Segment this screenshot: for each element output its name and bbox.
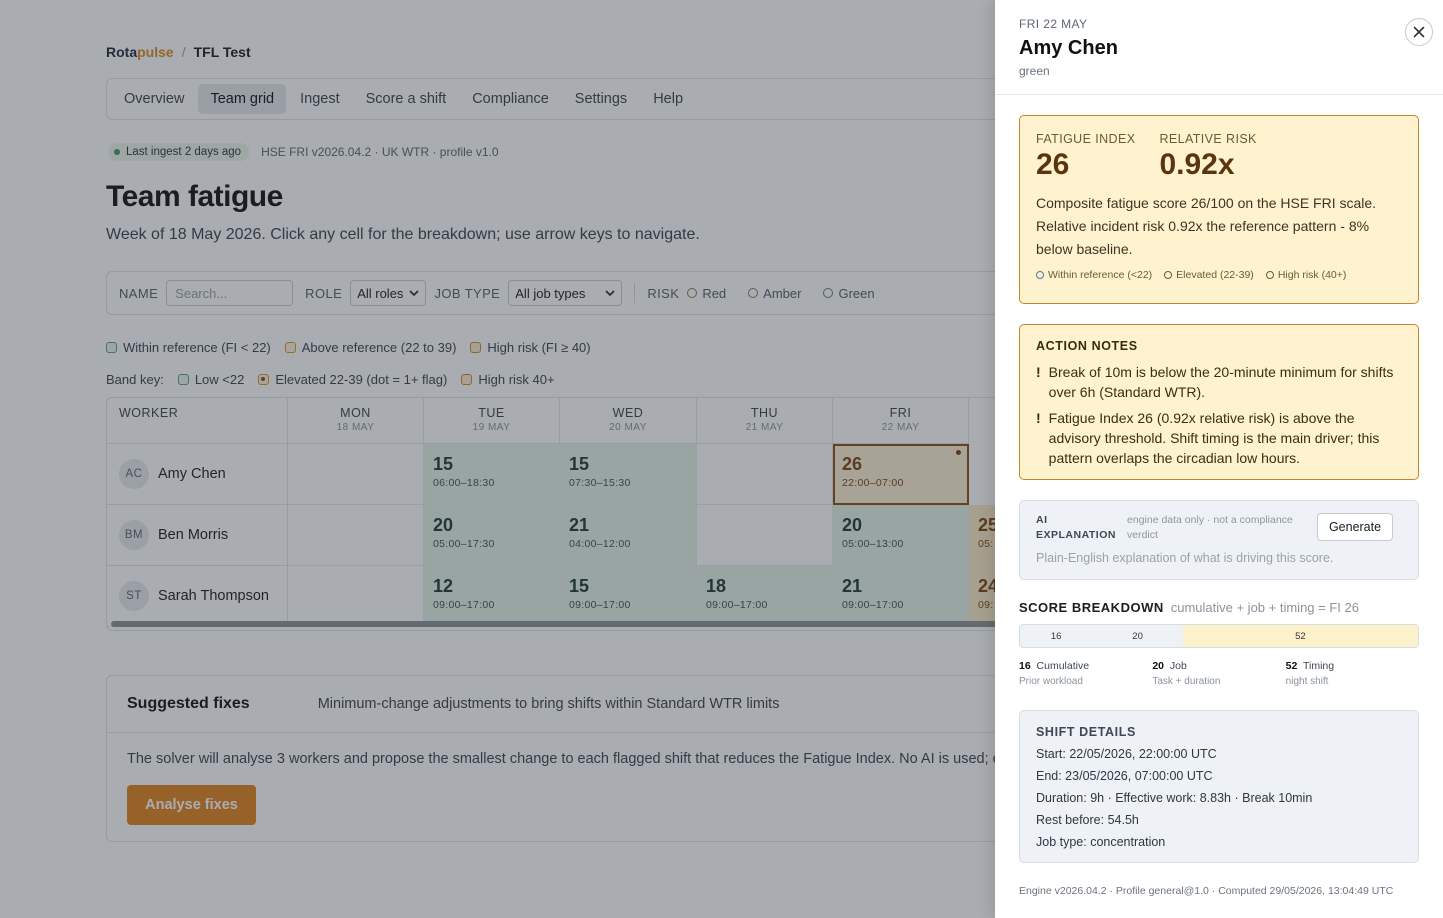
ai-explanation-card: AI EXPLANATION engine data only · not a … [1019, 500, 1419, 580]
action-notes-title: ACTION NOTES [1036, 339, 1138, 353]
score-breakdown-bar: 16 20 52 [1019, 624, 1419, 648]
generate-button[interactable]: Generate [1317, 513, 1393, 541]
legend-elevated-label: Elevated (22-39) [1176, 269, 1254, 281]
shift-job-type: Job type: concentration [1036, 835, 1166, 849]
action-notes-card: ACTION NOTES ! Break of 10m is below the… [1019, 324, 1419, 480]
ai-label-line1: AI [1036, 514, 1048, 526]
score-breakdown-header: SCORE BREAKDOWN cumulative + job + timin… [1019, 600, 1359, 615]
legend-within-ref-label: Within reference (<22) [1048, 269, 1153, 281]
legend-high-risk-label: High risk (40+) [1277, 269, 1347, 281]
breakdown-note: Prior workload [1019, 676, 1083, 687]
score-breakdown-formula: cumulative + job + timing = FI 26 [1170, 600, 1359, 615]
shift-date: FRI 22 MAY [1019, 17, 1088, 31]
breakdown-name: Cumulative [1036, 660, 1090, 672]
relative-risk-label: RELATIVE RISK [1159, 132, 1257, 146]
breakdown-segment-cumulative: 16 [1020, 625, 1093, 647]
close-button[interactable] [1405, 18, 1433, 46]
ring-icon [1164, 271, 1173, 279]
fatigue-index-label: FATIGUE INDEX [1036, 132, 1136, 146]
warning-icon: ! [1036, 364, 1041, 380]
ring-icon [1036, 271, 1044, 279]
ai-label-line2: EXPLANATION [1036, 529, 1116, 541]
breakdown-value: 52 [1285, 660, 1298, 672]
legend-elevated: Elevated (22-39) [1164, 269, 1254, 281]
drawer-worker-name: Amy Chen [1019, 37, 1118, 59]
action-note: ! Break of 10m is below the 20-minute mi… [1036, 362, 1402, 402]
fatigue-band-legend: Within reference (<22) Elevated (22-39) … [1036, 269, 1402, 281]
shift-duration: Duration: 9h · Effective work: 8.83h · B… [1036, 791, 1313, 805]
ai-explanation-label: AI EXPLANATION [1036, 513, 1127, 543]
score-breakdown-legend: 16 Cumulative Prior workload 20 Job Task… [1019, 660, 1419, 687]
fatigue-description: Composite fatigue score 26/100 on the HS… [1036, 195, 1377, 257]
relative-risk-value: 0.92x [1159, 148, 1235, 181]
breakdown-note: night shift [1285, 676, 1329, 687]
action-note: ! Fatigue Index 26 (0.92x relative risk)… [1036, 408, 1402, 468]
shift-details-title: SHIFT DETAILS [1036, 725, 1136, 739]
breakdown-note: Task + duration [1152, 676, 1221, 687]
breakdown-cumulative: 16 Cumulative Prior workload [1019, 660, 1152, 687]
legend-high-risk: High risk (40+) [1265, 269, 1347, 281]
close-icon [1413, 26, 1425, 38]
ring-icon [1265, 271, 1274, 279]
warning-icon: ! [1036, 410, 1041, 426]
action-note-text: Break of 10m is below the 20-minute mini… [1048, 364, 1394, 400]
score-breakdown-title: SCORE BREAKDOWN [1019, 600, 1164, 615]
shift-details-card: SHIFT DETAILS Start: 22/05/2026, 22:00:0… [1019, 710, 1419, 863]
shift-detail-drawer: FRI 22 MAY Amy Chen green FATIGUE INDEX … [995, 0, 1443, 918]
fatigue-index-card: FATIGUE INDEX 26 RELATIVE RISK 0.92x Com… [1019, 115, 1419, 304]
fatigue-index-block: FATIGUE INDEX 26 [1036, 132, 1135, 182]
breakdown-name: Job [1169, 660, 1187, 672]
drawer-header: FRI 22 MAY Amy Chen green [995, 0, 1443, 95]
breakdown-job: 20 Job Task + duration [1152, 660, 1285, 687]
shift-rest-before: Rest before: 54.5h [1036, 813, 1139, 827]
legend-within-ref: Within reference (<22) [1036, 269, 1152, 281]
relative-risk-block: RELATIVE RISK 0.92x [1159, 132, 1256, 182]
action-note-text: Fatigue Index 26 (0.92x relative risk) i… [1048, 410, 1380, 466]
shift-start: Start: 22/05/2026, 22:00:00 UTC [1036, 747, 1217, 761]
ai-disclaimer: engine data only · not a compliance verd… [1127, 514, 1293, 541]
breakdown-value: 16 [1019, 660, 1031, 672]
breakdown-value: 20 [1152, 660, 1165, 672]
breakdown-name: Timing [1303, 660, 1335, 672]
breakdown-segment-timing: 52 [1182, 625, 1418, 647]
breakdown-timing: 52 Timing night shift [1286, 660, 1419, 687]
engine-footer: Engine v2026.04.2 · Profile general@1.0 … [1019, 885, 1394, 897]
breakdown-segment-job: 20 [1092, 625, 1183, 647]
ai-explanation-placeholder: Plain-English explanation of what is dri… [1036, 551, 1334, 565]
fatigue-index-value: 26 [1036, 148, 1070, 181]
risk-band-label: green [1019, 64, 1050, 78]
shift-end: End: 23/05/2026, 07:00:00 UTC [1036, 769, 1213, 783]
